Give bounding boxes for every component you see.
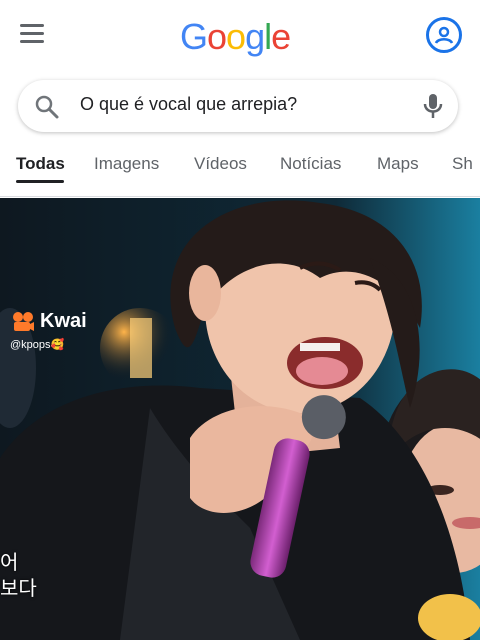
tab-noticias[interactable]: Notícias xyxy=(280,154,341,174)
logo-letter: o xyxy=(226,16,246,57)
mic-icon[interactable] xyxy=(422,92,444,120)
search-icon[interactable] xyxy=(34,94,60,120)
logo-letter: e xyxy=(271,16,291,57)
hamburger-menu-icon[interactable] xyxy=(20,24,48,46)
tab-shopping[interactable]: Sh xyxy=(452,154,473,174)
top-bar: Google xyxy=(0,0,480,72)
video-frame[interactable]: Kwai @kpops🥰 어 보다 xyxy=(0,198,480,640)
kwai-label: Kwai xyxy=(40,310,87,332)
active-tab-indicator xyxy=(16,180,64,183)
google-logo[interactable]: Google xyxy=(180,16,291,58)
search-input[interactable]: O que é vocal que arrepia? xyxy=(80,94,297,115)
korean-subtitle: 어 보다 xyxy=(0,550,37,602)
subtitle-line: 보다 xyxy=(0,578,37,600)
logo-letter: o xyxy=(207,16,227,57)
search-tabs: Todas Imagens Vídeos Notícias Maps Sh xyxy=(0,146,480,196)
subtitle-line: 어 xyxy=(0,552,19,574)
singer-scene-illustration xyxy=(0,198,480,640)
search-bar[interactable]: O que é vocal que arrepia? xyxy=(18,80,458,132)
tab-maps[interactable]: Maps xyxy=(377,154,419,174)
logo-letter: g xyxy=(245,16,265,57)
logo-letter: l xyxy=(264,16,272,57)
tab-videos[interactable]: Vídeos xyxy=(194,154,247,174)
kwai-watermark: Kwai xyxy=(12,310,87,333)
tab-imagens[interactable]: Imagens xyxy=(94,154,159,174)
divider xyxy=(0,196,480,197)
logo-letter: G xyxy=(180,16,208,57)
account-circle-icon[interactable] xyxy=(426,17,462,53)
kwai-logo-icon xyxy=(13,311,34,331)
account-person-icon xyxy=(434,26,454,44)
creator-handle: @kpops🥰 xyxy=(10,339,65,351)
tab-todas[interactable]: Todas xyxy=(16,154,65,174)
